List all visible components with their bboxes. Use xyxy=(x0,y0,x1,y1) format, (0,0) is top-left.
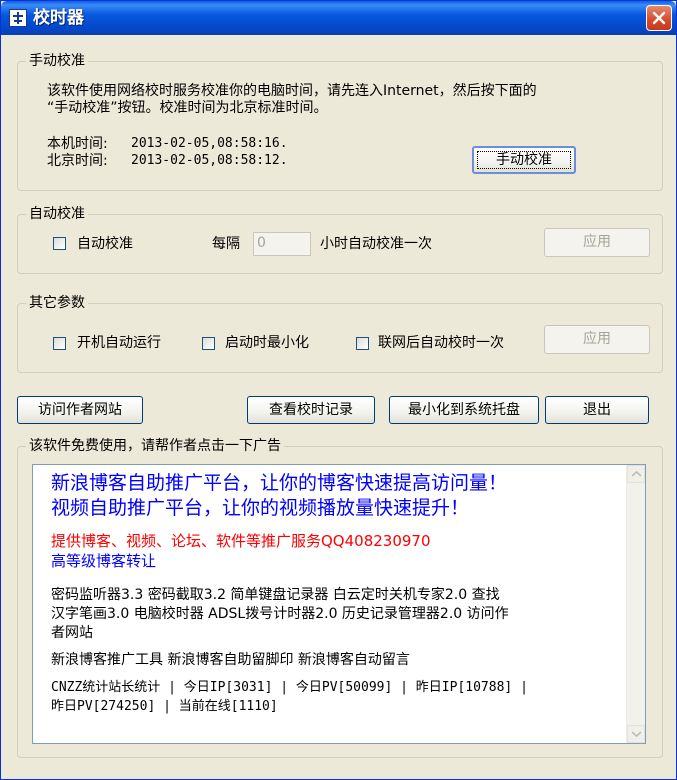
start-minimized-checkbox[interactable] xyxy=(202,337,215,350)
other-params-group: 其它参数 开机自动运行 启动时最小化 联网后自动校时一次 应用 xyxy=(17,294,663,373)
auto-calibrate-checkbox[interactable] xyxy=(53,237,66,250)
arrow-down-icon xyxy=(632,731,641,737)
group-title-manual: 手动校准 xyxy=(26,52,88,70)
local-time-value: 2013-02-05,08:58:16. xyxy=(131,136,288,151)
scroll-up-button[interactable] xyxy=(627,465,645,483)
visit-author-site-button[interactable]: 访问作者网站 xyxy=(17,396,143,424)
ad-link-blog-promo[interactable]: 新浪博客自助推广平台，让你的博客快速提高访问量！ xyxy=(51,471,507,495)
focus-rect xyxy=(477,151,571,169)
manual-calibration-group: 手动校准 该软件使用网络校时服务校准你的电脑时间，请先连入Internet，然后… xyxy=(17,52,663,191)
auto-calibrate-label[interactable]: 自动校准 xyxy=(77,235,133,253)
close-icon xyxy=(652,11,666,25)
interval-hours-input[interactable]: 0 xyxy=(253,232,311,256)
ad-software-list-line2[interactable]: 汉字笔画3.0 电脑校时器 ADSL拨号计时器2.0 历史记录管理器2.0 访问… xyxy=(51,605,509,624)
other-apply-button[interactable]: 应用 xyxy=(544,325,650,354)
sync-on-connect-checkbox[interactable] xyxy=(356,337,369,350)
title-bar[interactable]: 校时器 xyxy=(1,1,676,35)
startup-run-label[interactable]: 开机自动运行 xyxy=(77,334,161,352)
ad-link-video-promo[interactable]: 视频自助推广平台，让你的视频播放量快速提升！ xyxy=(51,496,469,520)
ad-panel[interactable]: 新浪博客自助推广平台，让你的博客快速提高访问量！ 视频自助推广平台，让你的视频播… xyxy=(32,464,646,744)
view-sync-log-button[interactable]: 查看校时记录 xyxy=(247,396,375,424)
window-title: 校时器 xyxy=(33,8,84,28)
beijing-time-label: 北京时间: xyxy=(47,153,108,169)
minimize-to-tray-button[interactable]: 最小化到系统托盘 xyxy=(389,396,539,424)
ad-stats-line2: 昨日PV[274250] | 当前在线[1110] xyxy=(51,699,278,714)
beijing-time-value: 2013-02-05,08:58:12. xyxy=(131,153,288,168)
auto-calibration-group: 自动校准 自动校准 每隔 0 小时自动校准一次 应用 xyxy=(17,205,663,274)
ad-stats-line1: CNZZ统计站长统计 | 今日IP[3031] | 今日PV[50099] | … xyxy=(51,680,528,695)
interval-hours-value: 0 xyxy=(257,235,266,251)
app-window: 校时器 手动校准 该软件使用网络校时服务校准你的电脑时间，请先连入Interne… xyxy=(0,0,677,780)
sync-on-connect-label[interactable]: 联网后自动校时一次 xyxy=(378,334,504,352)
exit-button[interactable]: 退出 xyxy=(545,396,649,424)
ad-link-blog-transfer[interactable]: 高等级博客转让 xyxy=(51,551,156,571)
close-button[interactable] xyxy=(646,5,672,31)
start-minimized-label[interactable]: 启动时最小化 xyxy=(225,334,309,352)
group-title-auto: 自动校准 xyxy=(26,205,88,223)
manual-calibrate-button[interactable]: 手动校准 xyxy=(472,146,576,174)
manual-description-line1: 该软件使用网络校时服务校准你的电脑时间，请先连入Internet，然后按下面的 xyxy=(47,83,537,99)
ad-software-list-line3[interactable]: 者网站 xyxy=(51,624,93,643)
startup-run-checkbox[interactable] xyxy=(53,337,66,350)
ad-blog-tools-line[interactable]: 新浪博客推广工具 新浪博客自助留脚印 新浪博客自动留言 xyxy=(51,651,410,670)
clock-icon xyxy=(9,9,27,27)
ad-scrollbar[interactable] xyxy=(626,465,645,743)
group-title-other: 其它参数 xyxy=(26,294,88,312)
scroll-down-button[interactable] xyxy=(627,725,645,743)
interval-suffix-label: 小时自动校准一次 xyxy=(320,236,432,252)
auto-apply-button[interactable]: 应用 xyxy=(544,228,650,257)
interval-prefix-label: 每隔 xyxy=(212,236,240,252)
manual-description-line2: “手动校准”按钮。校准时间为北京标准时间。 xyxy=(47,100,328,116)
ad-software-list-line1[interactable]: 密码监听器3.3 密码截取3.2 简单键盘记录器 白云定时关机专家2.0 查找 xyxy=(51,586,500,605)
arrow-up-icon xyxy=(632,471,641,477)
local-time-label: 本机时间: xyxy=(47,136,108,152)
group-title-ad: 该软件免费使用，请帮作者点击一下广告 xyxy=(26,437,284,455)
ad-link-promo-service[interactable]: 提供博客、视频、论坛、软件等推广服务QQ408230970 xyxy=(51,531,431,551)
